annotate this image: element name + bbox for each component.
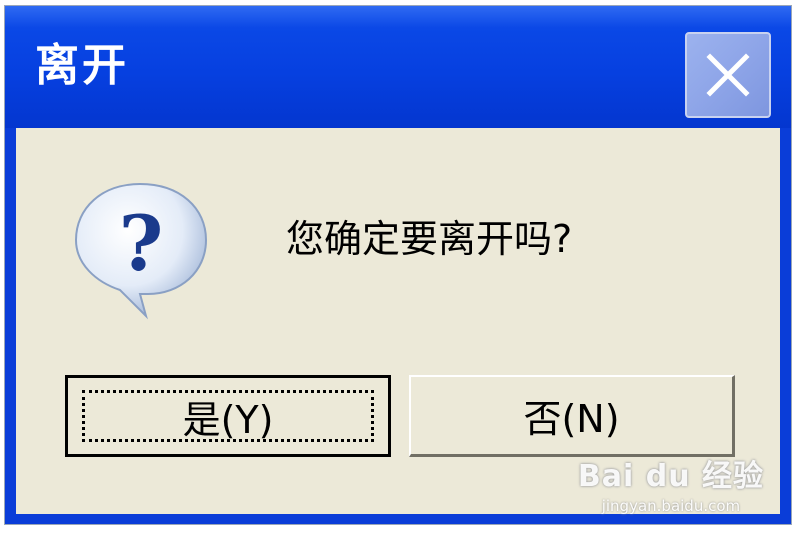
watermark-logo: Bai du 经验 [577, 459, 764, 494]
no-button-label: 否(N) [523, 397, 620, 441]
baidu-jingyan-watermark: Bai du 经验 jingyan.baidu.com [578, 451, 764, 515]
no-button[interactable]: 否(N) [409, 375, 735, 457]
dialog-message: 您确定要离开吗? [286, 217, 573, 261]
close-icon [706, 53, 750, 97]
confirm-dialog: 离开 ? 您确定要离开吗? 是(Y) 否(N) [4, 5, 792, 525]
close-button[interactable] [685, 32, 771, 118]
question-icon: ? [74, 182, 208, 320]
svg-text:?: ? [119, 199, 164, 288]
dialog-title: 离开 [35, 40, 129, 91]
title-bar[interactable]: 离开 [5, 6, 791, 128]
yes-button[interactable]: 是(Y) [65, 375, 391, 457]
watermark-url: jingyan.baidu.com [601, 497, 741, 515]
yes-button-label: 是(Y) [182, 397, 274, 442]
